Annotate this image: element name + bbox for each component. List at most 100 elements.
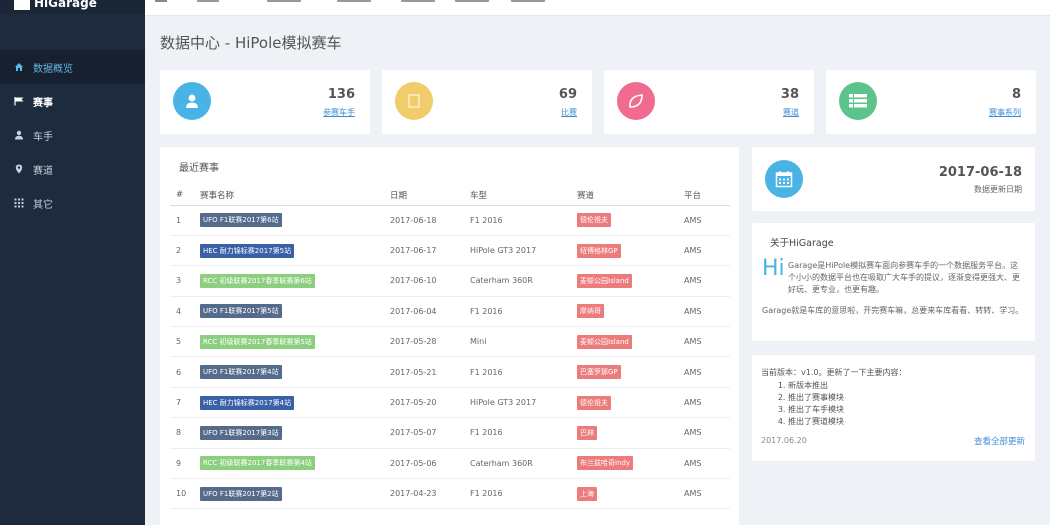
race-date: 2017-06-17 (390, 235, 470, 267)
version-title: 当前版本：v1.0。更新了一下主要内容： (761, 368, 907, 377)
row-number: 2 (170, 235, 200, 267)
track-cell: 上海 (577, 478, 684, 510)
stat-link[interactable]: 参赛车手 (323, 107, 355, 118)
race-name-cell: RCC 初级联赛2017春季联赛第4站 (200, 448, 390, 480)
track-cell: 巴塞罗那GP (577, 356, 684, 388)
table-row[interactable]: 1 UFO F1联赛2017第6站 2017-06-18 F1 2016 德伦祖夫 AMS (170, 205, 730, 236)
brand[interactable]: HiGarage (0, 0, 145, 14)
track-tag[interactable]: 摩纳哥 (577, 304, 604, 319)
track-tag[interactable]: 麦顿公园Island (577, 273, 632, 288)
car-model: F1 2016 (470, 417, 577, 449)
sidebar-item-label: 赛事 (33, 97, 53, 109)
track-tag[interactable]: 上海 (577, 486, 597, 501)
track-cell: 麦顿公园Island (577, 265, 684, 297)
about-title: 关于HiGarage (770, 238, 834, 249)
user-icon (14, 130, 24, 140)
sidebar-item-races[interactable]: 赛事 (0, 84, 145, 118)
table-row[interactable]: 4 UFO F1联赛2017第5站 2017-06-04 F1 2016 摩纳哥 AMS (170, 296, 730, 328)
table-row[interactable]: 10 UFO F1联赛2017第2站 2017-04-23 F1 2016 上海 AMS (170, 478, 730, 510)
race-name-tag[interactable]: RCC 初级联赛2017春季联赛第6站 (200, 273, 315, 288)
table-row[interactable]: 5 RCC 初级联赛2017春季联赛第5站 2017-05-28 Mini 麦顿公园Is… (170, 326, 730, 358)
row-number: 1 (170, 205, 200, 236)
race-name-cell: HEC 耐力锦标赛2017第5站 (200, 235, 390, 267)
car-model: F1 2016 (470, 478, 577, 510)
track-tag[interactable]: 巴塞罗那GP (577, 365, 621, 380)
race-date: 2017-05-07 (390, 417, 470, 449)
track-cell: 巴林 (577, 417, 684, 449)
track-cell: 德伦祖夫 (577, 205, 684, 236)
race-name-tag[interactable]: UFO F1联赛2017第3站 (200, 425, 282, 440)
sidebar-item-tracks[interactable]: 赛道 (0, 152, 145, 186)
col-header: 赛道 (577, 185, 684, 206)
row-number: 9 (170, 448, 200, 480)
race-name-tag[interactable]: UFO F1联赛2017第5站 (200, 304, 282, 319)
logo-icon (14, 0, 30, 10)
top-nav-item[interactable] (401, 0, 435, 2)
track-tag[interactable]: 布兰兹哈奇Indy (577, 456, 634, 471)
about-paragraph: Garage是HiPole模拟赛车面向参赛车手的一个数据服务平台。这个小小的数据… (788, 261, 1020, 294)
race-name-tag[interactable]: HEC 耐力锦标赛2017第5站 (200, 243, 295, 258)
panel-title: 最近赛事 (179, 163, 219, 174)
track-cell: 布兰兹哈奇Indy (577, 448, 684, 480)
race-name-cell: UFO F1联赛2017第4站 (200, 356, 390, 388)
grid-icon (14, 198, 24, 208)
race-name-tag[interactable]: UFO F1联赛2017第2站 (200, 486, 282, 501)
about-paragraph: Garage就是车库的意思啦，开完赛车嘛，总要来车库看看、转转、学习。 (762, 306, 1024, 315)
track-cell: 摩纳哥 (577, 296, 684, 328)
list-item: 推出了赛事模块 (788, 392, 844, 404)
update-date: 2017-06-18 (938, 165, 1022, 180)
race-name-cell: UFO F1联赛2017第5站 (200, 296, 390, 328)
stat-link[interactable]: 比赛 (561, 107, 577, 118)
top-nav-item[interactable] (337, 0, 371, 2)
view-all-updates-link[interactable]: 查看全部更新 (974, 435, 1025, 447)
version-panel: 当前版本：v1.0。更新了一下主要内容： 新版本推出 推出了赛事模块 推出了车手… (752, 355, 1035, 461)
user-icon (173, 82, 211, 120)
table-row[interactable]: 9 RCC 初级联赛2017春季联赛第4站 2017-05-06 Caterham 3… (170, 448, 730, 480)
recent-races-panel: 最近赛事 # 赛事名称 日期 车型 赛道 平台 1 UFO F1联赛2017第6站… (160, 147, 739, 525)
menu-toggle-icon[interactable] (155, 0, 167, 2)
sidebar-item-overview[interactable]: 数据概览 (0, 50, 145, 84)
top-nav-item[interactable] (197, 0, 219, 2)
track-tag[interactable]: 巴林 (577, 425, 597, 440)
track-tag[interactable]: 德伦祖夫 (577, 213, 611, 228)
platform: AMS (684, 265, 730, 297)
table-row[interactable]: 7 HEC 耐力锦标赛2017第4站 2017-05-20 HiPole GT3 20… (170, 387, 730, 419)
table-row[interactable]: 6 UFO F1联赛2017第4站 2017-05-21 F1 2016 巴塞罗那GP A… (170, 356, 730, 388)
row-number: 10 (170, 478, 200, 510)
list-icon (839, 82, 877, 120)
track-tag[interactable]: 德伦祖夫 (577, 395, 611, 410)
platform: AMS (684, 296, 730, 328)
race-date: 2017-05-21 (390, 356, 470, 388)
stat-card-tracks: 38 赛道 (604, 70, 814, 134)
sidebar-item-label: 车手 (33, 131, 53, 143)
race-name-tag[interactable]: HEC 耐力锦标赛2017第4站 (200, 395, 295, 410)
table-row[interactable]: 8 UFO F1联赛2017第3站 2017-05-07 F1 2016 巴林 AMS (170, 417, 730, 449)
stat-link[interactable]: 赛道 (783, 107, 799, 118)
sidebar-item-drivers[interactable]: 车手 (0, 118, 145, 152)
race-name-tag[interactable]: RCC 初级联赛2017春季联赛第5站 (200, 334, 315, 349)
top-nav-item[interactable] (455, 0, 489, 2)
platform: AMS (684, 478, 730, 510)
leaf-icon (617, 82, 655, 120)
stat-value: 69 (558, 87, 577, 102)
calendar-icon (765, 160, 803, 198)
table-row[interactable]: 3 RCC 初级联赛2017春季联赛第6站 2017-06-10 Caterham 3… (170, 265, 730, 297)
race-name-tag[interactable]: UFO F1联赛2017第6站 (200, 213, 282, 228)
races-table: # 赛事名称 日期 车型 赛道 平台 1 UFO F1联赛2017第6站 2017-… (170, 185, 730, 510)
platform: AMS (684, 326, 730, 358)
table-row[interactable]: 2 HEC 耐力锦标赛2017第5站 2017-06-17 HiPole GT3 20… (170, 235, 730, 267)
stat-card-races: 69 比赛 (382, 70, 592, 134)
top-nav-item[interactable] (267, 0, 301, 2)
race-name-cell: UFO F1联赛2017第3站 (200, 417, 390, 449)
track-tag[interactable]: 纽博格林GP (577, 243, 621, 258)
col-header: # (170, 185, 200, 206)
row-number: 5 (170, 326, 200, 358)
top-nav-item[interactable] (511, 0, 545, 2)
race-name-tag[interactable]: RCC 初级联赛2017春季联赛第4站 (200, 456, 315, 471)
car-model: F1 2016 (470, 205, 577, 236)
track-tag[interactable]: 麦顿公园Island (577, 334, 632, 349)
race-name-tag[interactable]: UFO F1联赛2017第4站 (200, 365, 282, 380)
sidebar-item-other[interactable]: 其它 (0, 186, 145, 220)
sidebar-item-label: 赛道 (33, 165, 53, 177)
stat-link[interactable]: 赛事系列 (989, 107, 1021, 118)
